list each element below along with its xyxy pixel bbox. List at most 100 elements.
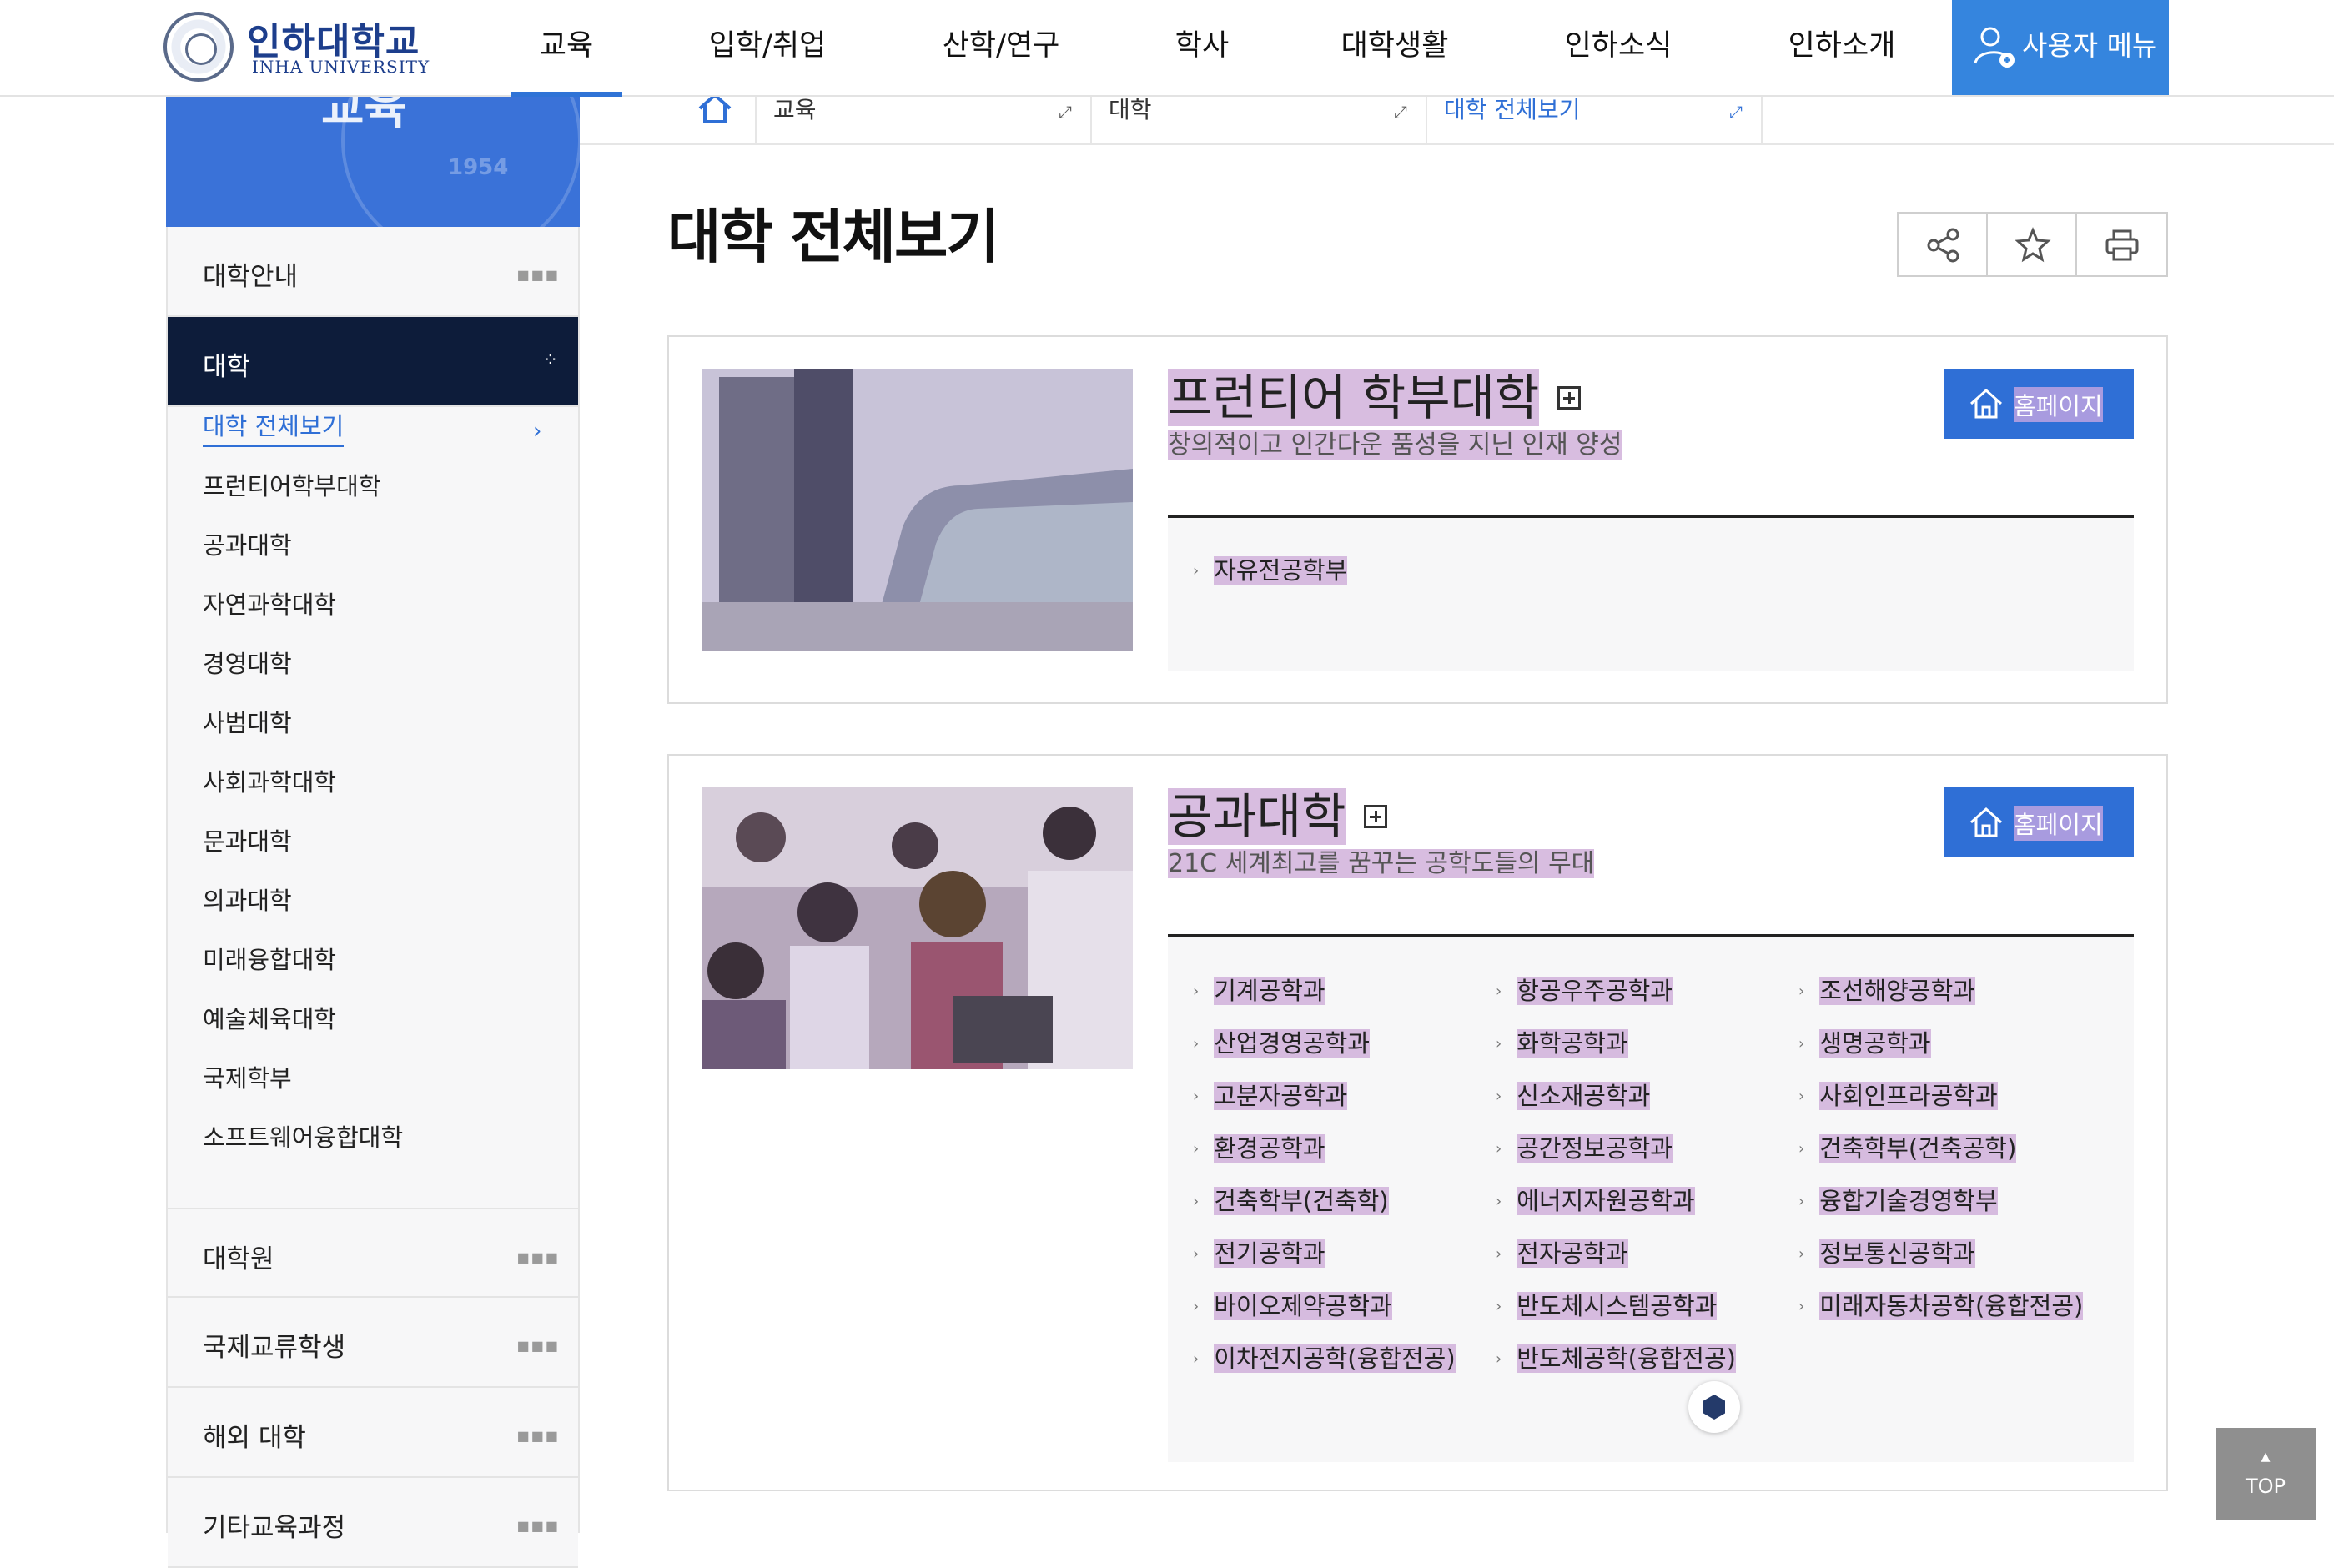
submenu-item[interactable]: 사범대학 (203, 704, 292, 739)
department-link[interactable]: › 사회인프라공학과 (1798, 1077, 1998, 1112)
user-menu-button[interactable]: 사용자 메뉴 (1952, 0, 2169, 95)
plus-square-icon[interactable] (1364, 804, 1388, 828)
bullet-icon: › (1496, 1193, 1502, 1210)
department-link[interactable]: › 공간정보공학과 (1496, 1129, 1673, 1164)
submenu-item[interactable]: 의과대학 (203, 882, 292, 917)
department-link[interactable]: › 바이오제약공학과 (1193, 1287, 1392, 1322)
sidebar-item-guide[interactable]: 대학안내 ■■■ (168, 227, 578, 317)
more-icon: ■■■ (516, 1249, 560, 1265)
expand-icon: ⤢ (1394, 102, 1407, 122)
college-building-image (702, 369, 1133, 651)
sidebar-item-exchange[interactable]: 국제교류학생 ■■■ (168, 1298, 578, 1388)
breadcrumb-level-2[interactable]: 대학 ⤢ (1090, 95, 1427, 143)
nav-admission[interactable]: 입학/취업 (692, 0, 843, 95)
college-name-text: 공과대학 (1168, 788, 1346, 845)
floating-widget-icon[interactable] (1688, 1381, 1740, 1433)
nav-about[interactable]: 인하소개 (1773, 0, 1910, 95)
university-seal-icon (163, 12, 234, 82)
submenu-all-colleges[interactable]: 대학 전체보기 (203, 407, 345, 447)
department-name: 생명공학과 (1819, 1029, 1931, 1058)
department-link[interactable]: › 반도체공학(융합전공) (1496, 1339, 1736, 1375)
more-icon: ■■■ (516, 267, 560, 283)
submenu-item[interactable]: 자연과학대학 (203, 585, 336, 621)
department-link[interactable]: › 고분자공학과 (1193, 1077, 1348, 1112)
department-name: 기계공학과 (1214, 977, 1325, 1005)
department-link[interactable]: › 조선해양공학과 (1798, 972, 1975, 1007)
department-link[interactable]: › 전자공학과 (1496, 1234, 1628, 1269)
nav-education[interactable]: 교육 (511, 0, 622, 97)
department-link[interactable]: › 에너지자원공학과 (1496, 1182, 1695, 1217)
department-name: 공간정보공학과 (1517, 1134, 1673, 1163)
breadcrumb-level-3[interactable]: 대학 전체보기 ⤢ (1426, 95, 1763, 143)
department-link[interactable]: › 환경공학과 (1193, 1129, 1325, 1164)
banner-year: 1954 (448, 155, 509, 180)
department-link[interactable]: › 융합기술경영학부 (1798, 1182, 1998, 1217)
submenu-item[interactable]: 프런티어학부대학 (203, 467, 380, 502)
submenu-item[interactable]: 사회과학대학 (203, 763, 336, 798)
banner-title: 교육 (321, 95, 408, 135)
sidebar-item-other[interactable]: 기타교육과정 ■■■ (168, 1478, 578, 1568)
department-name: 이차전지공학(융합전공) (1214, 1344, 1456, 1373)
college-name-text: 프런티어 학부대학 (1168, 369, 1540, 426)
college-name[interactable]: 프런티어 학부대학 (1168, 359, 1582, 429)
department-link[interactable]: › 정보통신공학과 (1798, 1234, 1975, 1269)
department-link[interactable]: › 미래자동차공학(융합전공) (1798, 1287, 2084, 1322)
section-banner: 교육 1954 (166, 95, 580, 227)
department-link[interactable]: › 전기공학과 (1193, 1234, 1325, 1269)
sidebar-item-college[interactable]: 대학 ⁘ (168, 317, 578, 407)
department-link[interactable]: › 이차전지공학(융합전공) (1193, 1339, 1456, 1375)
department-link[interactable]: › 반도체시스템공학과 (1496, 1287, 1718, 1322)
department-link[interactable]: › 자유전공학부 (1193, 551, 1348, 586)
college-description-text: 창의적이고 인간다운 품성을 지닌 인재 양성 (1168, 430, 1622, 460)
bullet-icon: › (1496, 1035, 1502, 1053)
expand-icon: ⤢ (1729, 102, 1743, 122)
breadcrumb-level-1[interactable]: 교육 ⤢ (755, 95, 1092, 143)
breadcrumb-label: 대학 전체보기 (1444, 96, 1581, 123)
submenu-item[interactable]: 공과대학 (203, 526, 292, 561)
submenu-item[interactable]: 국제학부 (203, 1059, 292, 1094)
nav-academic[interactable]: 학사 (1164, 0, 1240, 95)
university-logo[interactable]: 인하대학교 INHA UNIVERSITY (163, 10, 429, 82)
nav-news[interactable]: 인하소식 (1550, 0, 1687, 95)
sidebar-item-graduate[interactable]: 대학원 ■■■ (168, 1208, 578, 1298)
plus-square-icon[interactable] (1557, 385, 1582, 410)
submenu-item[interactable]: 예술체육대학 (203, 1000, 336, 1035)
department-link[interactable]: › 건축학부(건축공학) (1798, 1129, 2017, 1164)
department-link[interactable]: › 건축학부(건축학) (1193, 1182, 1389, 1217)
scroll-top-button[interactable]: ▴ TOP (2216, 1428, 2316, 1520)
more-icon: ■■■ (516, 1428, 560, 1444)
department-link[interactable]: › 신소재공학과 (1496, 1077, 1651, 1112)
department-name: 신소재공학과 (1517, 1082, 1651, 1110)
print-button[interactable] (2077, 214, 2166, 275)
department-name: 융합기술경영학부 (1819, 1187, 1998, 1215)
bullet-icon: › (1798, 1035, 1805, 1053)
bookmark-button[interactable] (1988, 214, 2077, 275)
nav-research[interactable]: 산학/연구 (926, 0, 1076, 95)
bullet-icon: › (1496, 1088, 1502, 1105)
college-name[interactable]: 공과대학 (1168, 777, 1388, 847)
department-name: 반도체공학(융합전공) (1517, 1344, 1736, 1373)
submenu-item[interactable]: 미래융합대학 (203, 941, 336, 976)
department-link[interactable]: › 화학공학과 (1496, 1024, 1628, 1059)
college-card-frontier: 프런티어 학부대학 창의적이고 인간다운 품성을 지닌 인재 양성 홈페이지 ›… (667, 335, 2168, 704)
submenu-item[interactable]: 경영대학 (203, 645, 292, 680)
homepage-button[interactable]: 홈페이지 (1944, 369, 2134, 439)
breadcrumb-label: 대학 (1109, 96, 1152, 123)
department-link[interactable]: › 기계공학과 (1193, 972, 1325, 1007)
sidebar-item-overseas[interactable]: 해외 대학 ■■■ (168, 1388, 578, 1478)
department-link[interactable]: › 생명공학과 (1798, 1024, 1931, 1059)
site-header: 인하대학교 INHA UNIVERSITY 교육 입학/취업 산학/연구 학사 … (0, 0, 2334, 97)
bullet-icon: › (1193, 1298, 1200, 1315)
submenu-item[interactable]: 문과대학 (203, 822, 292, 857)
nav-campus-life[interactable]: 대학생활 (1326, 0, 1463, 95)
breadcrumb-home[interactable] (580, 93, 757, 143)
department-name: 조선해양공학과 (1819, 977, 1975, 1005)
department-link[interactable]: › 산업경영공학과 (1193, 1024, 1370, 1059)
homepage-button[interactable]: 홈페이지 (1944, 787, 2134, 857)
left-sidebar: 대학안내 ■■■ 대학 ⁘ 대학 전체보기 › 프런티어학부대학 공과대학 자연… (166, 227, 580, 1568)
department-link[interactable]: › 항공우주공학과 (1496, 972, 1673, 1007)
submenu-item[interactable]: 소프트웨어융합대학 (203, 1118, 403, 1153)
department-list: › 기계공학과 › 항공우주공학과 › 조선해양공학과 › 산업경영공학과 › 화학공학과 › 생명공… (1168, 937, 2134, 1462)
user-icon (1974, 27, 2015, 68)
share-button[interactable] (1899, 214, 1988, 275)
